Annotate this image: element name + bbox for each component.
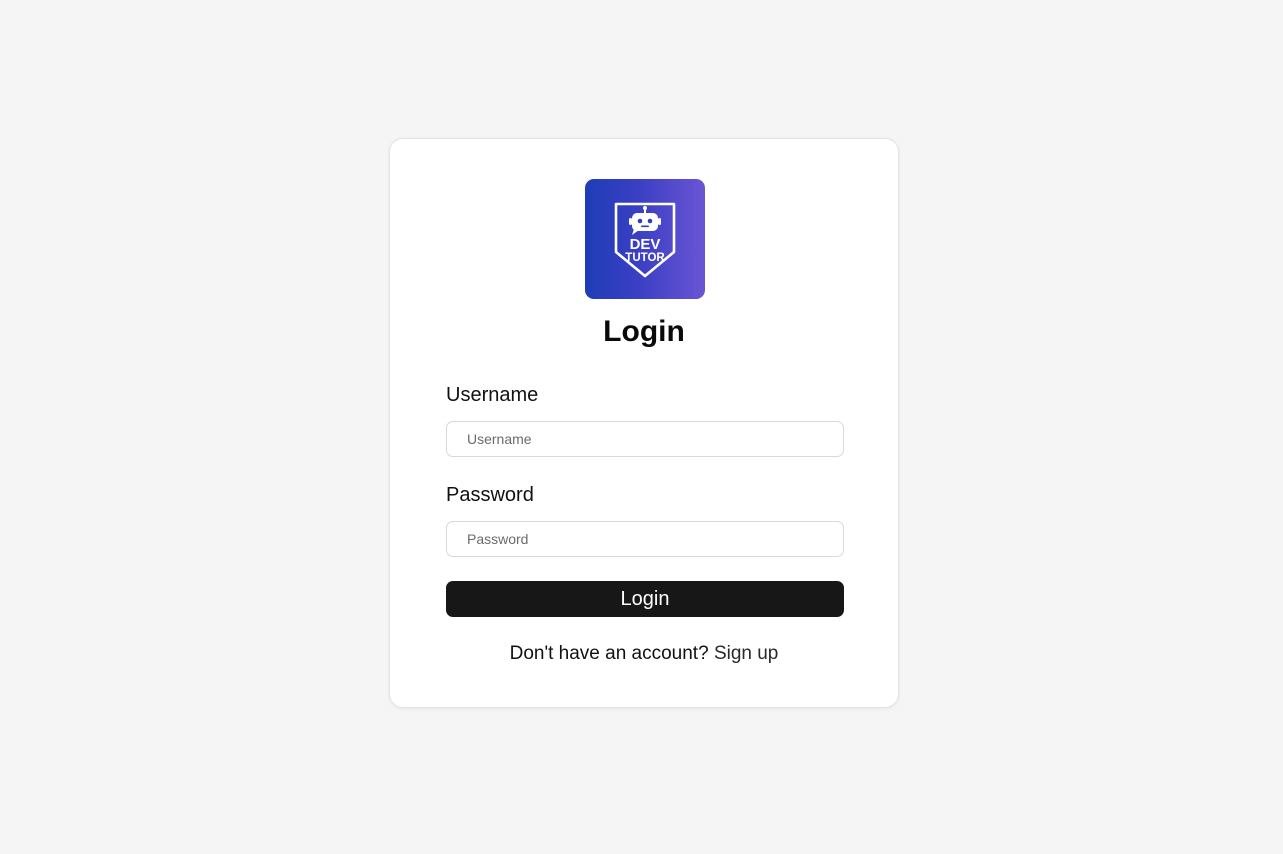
login-card: DEV TUTOR Login Username Password Login … — [389, 138, 899, 708]
signup-link[interactable]: Sign up — [714, 643, 778, 664]
username-input[interactable] — [446, 421, 844, 457]
robot-shield-icon: DEV TUTOR — [614, 202, 676, 278]
login-button[interactable]: Login — [446, 581, 844, 617]
username-label: Username — [446, 384, 539, 406]
dev-tutor-logo: DEV TUTOR — [585, 179, 705, 299]
logo-text-line1: DEV — [630, 236, 661, 253]
signup-row: Don't have an account? Sign up — [390, 643, 898, 665]
password-label: Password — [446, 484, 534, 506]
signup-prompt: Don't have an account? — [509, 643, 714, 664]
page-title: Login — [603, 315, 685, 348]
logo-text-line2: TUTOR — [625, 252, 665, 264]
password-input[interactable] — [446, 521, 844, 557]
